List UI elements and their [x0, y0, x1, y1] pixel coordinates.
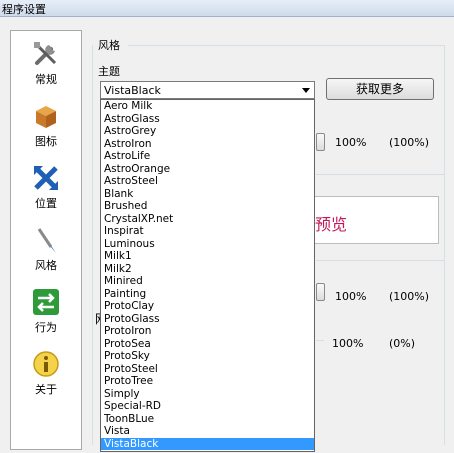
theme-option[interactable]: Special-RD — [101, 400, 314, 413]
group-border-left — [92, 45, 93, 445]
arrows-icon — [34, 166, 58, 190]
group-border-top — [128, 45, 444, 46]
row3-value: 100% — [332, 337, 364, 350]
theme-option[interactable]: ProtoSteel — [101, 363, 314, 376]
theme-option[interactable]: ProtoSea — [101, 338, 314, 351]
divider — [316, 260, 444, 261]
row1-paren: (100%) — [389, 136, 430, 149]
preview-box: 预览 — [312, 196, 439, 244]
divider — [316, 174, 444, 175]
theme-option[interactable]: ToonBLue — [101, 413, 314, 426]
slider-thumb[interactable] — [316, 283, 325, 301]
slider-thumb[interactable] — [316, 133, 325, 151]
sidebar-item-about[interactable]: 关于 — [11, 345, 81, 405]
theme-option[interactable]: Painting — [101, 288, 314, 301]
sidebar-item-style[interactable]: 风格 — [11, 221, 81, 281]
theme-select-value: VistaBlack — [104, 84, 161, 97]
sidebar-item-label: 风格 — [35, 259, 57, 272]
row2-value: 100% — [335, 290, 367, 303]
theme-option[interactable]: Inspirat — [101, 225, 314, 238]
info-icon — [33, 351, 59, 377]
theme-option[interactable]: Aero Milk — [101, 100, 314, 113]
theme-option[interactable]: AstroOrange — [101, 163, 314, 176]
theme-option[interactable]: Milk2 — [101, 263, 314, 276]
row3-paren: (0%) — [389, 337, 416, 350]
theme-option[interactable]: AstroSteel — [101, 175, 314, 188]
chevron-down-icon[interactable] — [298, 82, 314, 98]
theme-option[interactable]: VistaBlack — [101, 437, 314, 450]
theme-option[interactable]: ProtoSky — [101, 350, 314, 363]
title-bar: 程序设置 — [0, 0, 454, 17]
theme-option[interactable]: Milk1 — [101, 250, 314, 263]
theme-option[interactable]: ProtoClay — [101, 300, 314, 313]
sidebar-item-label: 常规 — [35, 73, 57, 86]
sidebar-item-label: 关于 — [35, 383, 57, 396]
sidebar-item-label: 行为 — [35, 321, 57, 334]
sidebar-item-label: 图标 — [35, 135, 57, 148]
sidebar-item-general[interactable]: 常规 — [11, 35, 81, 95]
brush-icon — [37, 228, 56, 253]
theme-option[interactable]: Blank — [101, 188, 314, 201]
theme-option[interactable]: CrystalXP.net — [101, 213, 314, 226]
sidebar-item-icons[interactable]: 图标 — [11, 97, 81, 157]
switch-arrows-icon — [33, 289, 59, 315]
get-more-button[interactable]: 获取更多 — [326, 78, 434, 100]
sidebar-item-position[interactable]: 位置 — [11, 159, 81, 219]
theme-option[interactable]: Minired — [101, 275, 314, 288]
row1-value: 100% — [335, 136, 367, 149]
theme-label: 主题 — [98, 65, 120, 78]
sidebar-item-behavior[interactable]: 行为 — [11, 283, 81, 343]
theme-dropdown-list[interactable]: Aero Milk AstroGlass AstroGrey AstroIron Ast… — [100, 99, 315, 452]
theme-option[interactable]: AstroIron — [101, 138, 314, 151]
tools-icon — [34, 42, 57, 65]
sidebar: 常规 图标 位置 风格 行为 关于 — [10, 30, 82, 450]
theme-option[interactable]: ProtoTree — [101, 375, 314, 388]
theme-option[interactable]: AstroLife — [101, 150, 314, 163]
theme-select[interactable]: VistaBlack — [100, 81, 315, 99]
box-icon — [36, 106, 56, 128]
theme-option[interactable]: ProtoGlass — [101, 313, 314, 326]
row2-paren: (100%) — [389, 290, 430, 303]
sidebar-item-label: 位置 — [35, 197, 57, 210]
theme-option[interactable]: AstroGrey — [101, 125, 314, 138]
theme-option[interactable]: Simply — [101, 388, 314, 401]
window-title: 程序设置 — [2, 3, 46, 16]
theme-option[interactable]: AstroGlass — [101, 113, 314, 126]
theme-option[interactable]: ProtoIron — [101, 325, 314, 338]
group-border-right — [444, 45, 445, 445]
group-title: 风格 — [98, 39, 120, 52]
theme-option[interactable]: Vista — [101, 425, 314, 438]
theme-option[interactable]: Brushed — [101, 200, 314, 213]
slider-track[interactable] — [316, 340, 324, 341]
preview-text: 预览 — [315, 215, 348, 234]
theme-option[interactable]: Luminous — [101, 238, 314, 251]
